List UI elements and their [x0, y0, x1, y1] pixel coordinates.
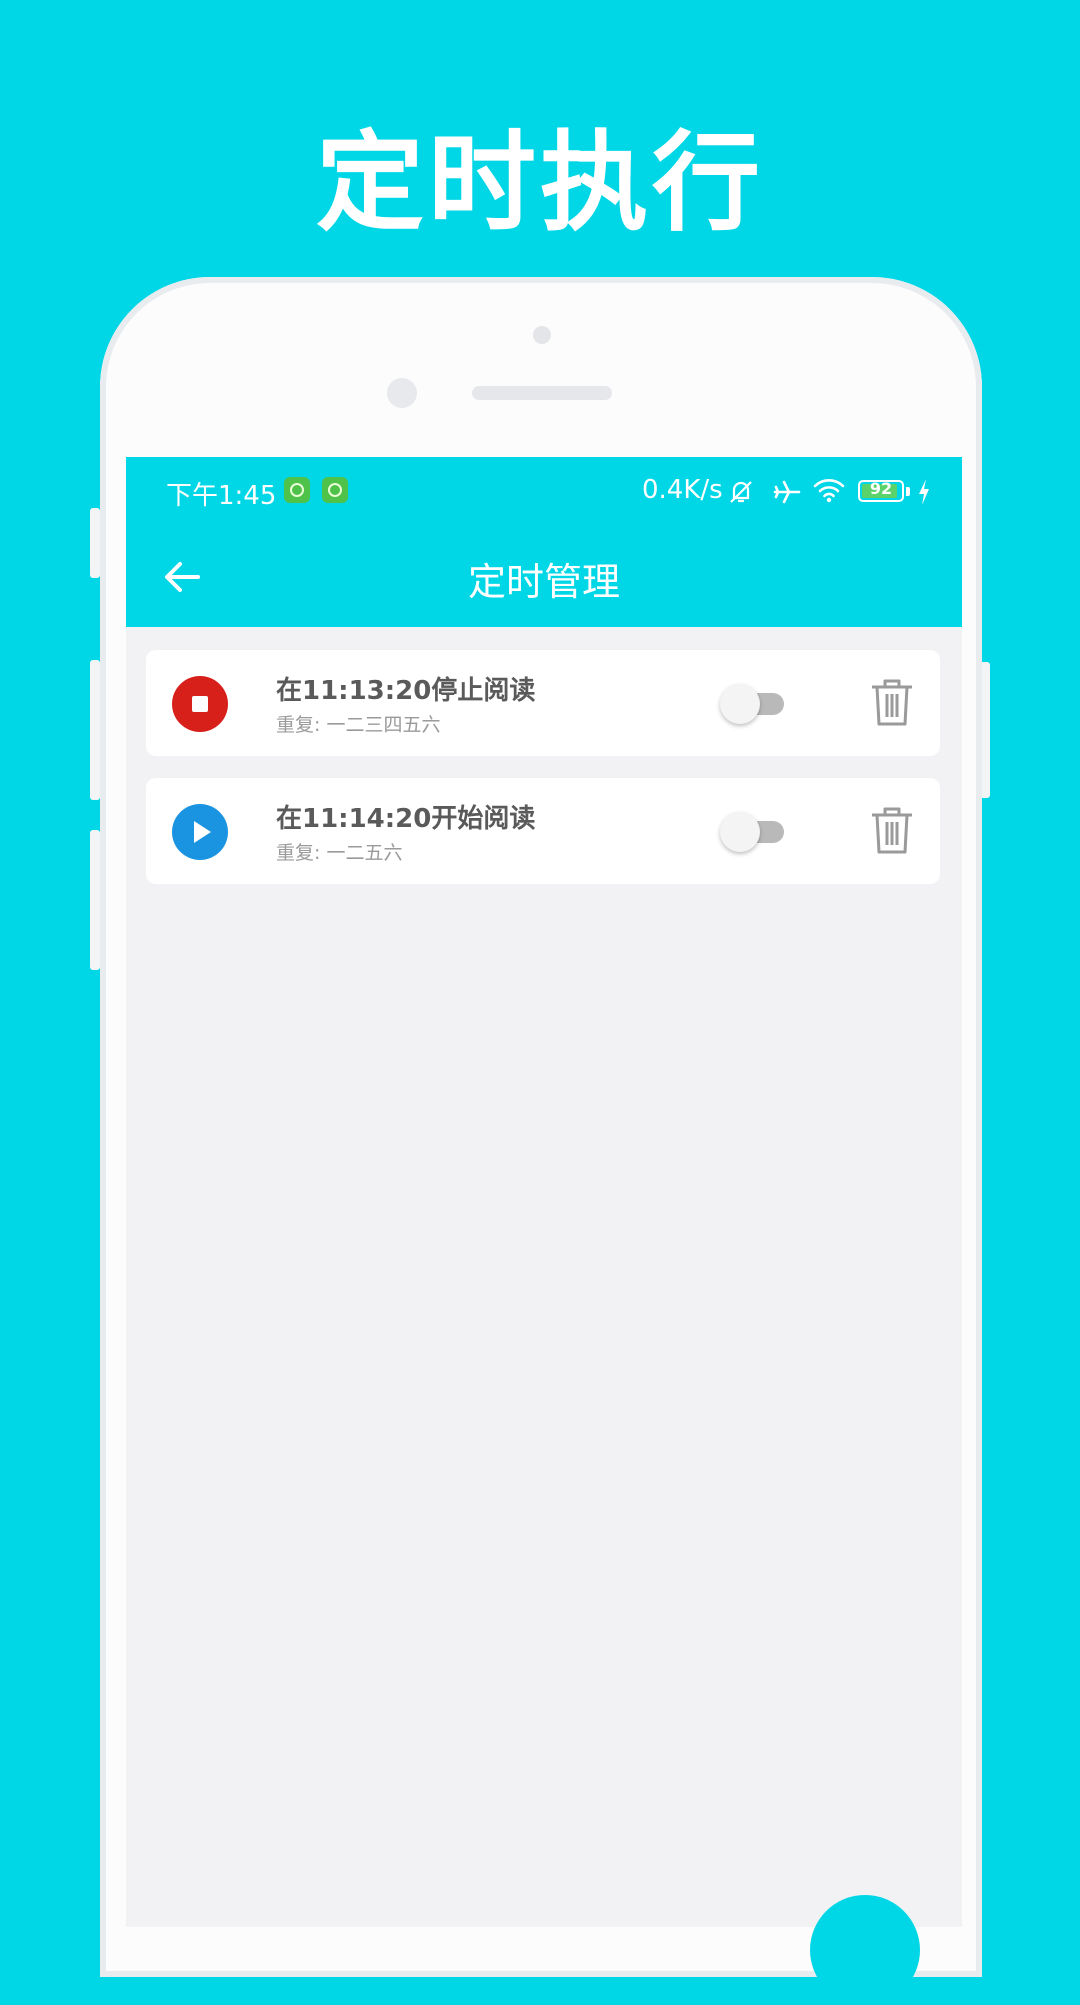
- timer-title: 在11:14:20开始阅读: [276, 804, 536, 834]
- page-title: 定时管理: [467, 560, 620, 604]
- trash-icon[interactable]: [868, 806, 916, 856]
- timer-toggle[interactable]: [720, 812, 784, 852]
- phone-sensor: [533, 326, 551, 344]
- play-button[interactable]: [172, 804, 228, 860]
- timer-repeat: 重复: 一二三四五六: [276, 714, 441, 736]
- stop-icon: [172, 676, 228, 732]
- timer-repeat: 重复: 一二五六: [276, 842, 403, 864]
- battery-nub: [906, 487, 910, 496]
- phone-button-volume-up: [90, 660, 100, 800]
- network-speed: 0.4K/s: [642, 475, 723, 505]
- toggle-thumb: [720, 684, 760, 724]
- timer-title: 在11:13:20停止阅读: [276, 676, 536, 706]
- play-icon: [172, 804, 228, 860]
- wifi-icon: [813, 479, 845, 503]
- app-icon: [322, 477, 348, 503]
- status-bar: 下午1:45 0.4K/s 92: [126, 457, 962, 527]
- status-time: 下午1:45: [166, 481, 277, 511]
- timer-toggle[interactable]: [720, 684, 784, 724]
- toolbar: 定时管理: [126, 527, 962, 627]
- stop-button[interactable]: [172, 676, 228, 732]
- timer-item[interactable]: 在11:13:20停止阅读 重复: 一二三四五六: [146, 650, 940, 756]
- bell-off-icon: [730, 481, 752, 503]
- timer-item[interactable]: 在11:14:20开始阅读 重复: 一二五六: [146, 778, 940, 884]
- phone-front-camera: [387, 378, 417, 408]
- phone-button-mute: [90, 508, 100, 578]
- toggle-thumb: [720, 812, 760, 852]
- trash-icon[interactable]: [868, 678, 916, 728]
- battery-icon: 92: [858, 479, 904, 502]
- add-timer-button[interactable]: [810, 1895, 920, 2005]
- airplane-icon: [773, 480, 801, 504]
- phone-speaker: [472, 386, 612, 400]
- app-icon: [284, 477, 310, 503]
- phone-screen: 下午1:45 0.4K/s 92 定时管理 在11:13:20停止阅读 重复: …: [126, 457, 962, 1927]
- headline: 定时执行: [315, 121, 764, 246]
- charging-icon: [919, 479, 929, 505]
- battery-percent: 92: [869, 479, 893, 498]
- phone-button-volume-down: [90, 830, 100, 970]
